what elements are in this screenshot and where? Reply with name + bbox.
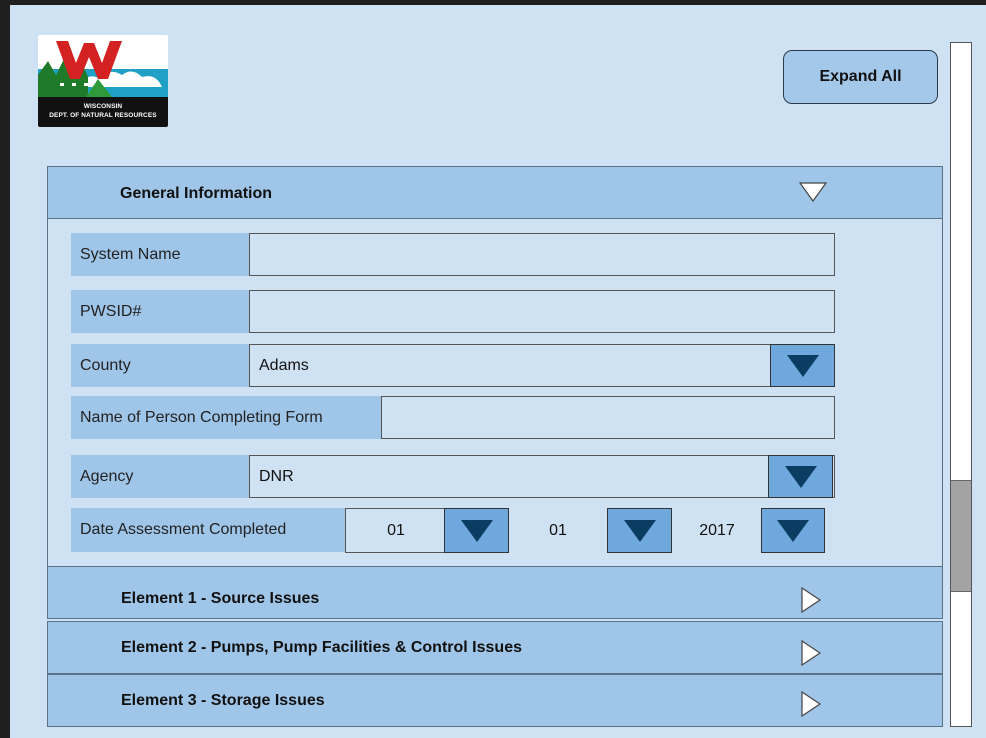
date-day-value[interactable]: 01 <box>509 508 607 553</box>
section-header-element-1[interactable]: Element 1 - Source Issues <box>47 566 943 619</box>
pwsid-field[interactable] <box>249 290 835 333</box>
triangle-right-icon[interactable] <box>800 586 822 614</box>
date-year-value[interactable]: 2017 <box>672 508 762 553</box>
section-title-element-3: Element 3 - Storage Issues <box>121 692 325 709</box>
agency-value: DNR <box>259 467 294 485</box>
section-title-element-1: Element 1 - Source Issues <box>121 590 320 607</box>
general-information-body: System Name PWSID# County Adams Name of … <box>47 218 943 567</box>
section-title-general-information: General Information <box>120 185 273 202</box>
triangle-right-icon[interactable] <box>800 639 822 667</box>
agency-select[interactable]: DNR <box>249 455 835 498</box>
date-month-dropdown-button[interactable] <box>444 508 509 553</box>
dropdown-arrow-icon <box>784 465 817 488</box>
county-dropdown-button[interactable] <box>770 344 835 387</box>
date-completed-label: Date Assessment Completed <box>71 508 346 552</box>
dropdown-arrow-icon <box>786 354 819 377</box>
date-month-select[interactable]: 01 <box>345 508 445 553</box>
vertical-scrollbar[interactable] <box>950 42 972 727</box>
dropdown-arrow-icon <box>623 519 656 542</box>
date-day-dropdown-button[interactable] <box>607 508 672 553</box>
system-name-field[interactable] <box>249 233 835 276</box>
expand-all-button[interactable]: Expand All <box>783 50 938 104</box>
person-completing-label: Name of Person Completing Form <box>71 396 381 439</box>
agency-dropdown-button[interactable] <box>768 455 833 498</box>
app-window: WISCONSIN DEPT. OF NATURAL RESOURCES Exp… <box>10 5 986 738</box>
dropdown-arrow-icon <box>460 519 493 542</box>
section-header-element-2[interactable]: Element 2 - Pumps, Pump Facilities & Con… <box>47 621 943 674</box>
county-label: County <box>71 344 249 387</box>
person-completing-field[interactable] <box>381 396 835 439</box>
section-header-element-3[interactable]: Element 3 - Storage Issues <box>47 674 943 727</box>
triangle-down-icon[interactable] <box>798 181 828 203</box>
county-select[interactable]: Adams <box>249 344 835 387</box>
scrollbar-thumb[interactable] <box>951 480 971 592</box>
system-name-label: System Name <box>71 233 249 276</box>
date-year-dropdown-button[interactable] <box>761 508 825 553</box>
triangle-right-icon[interactable] <box>800 690 822 718</box>
wdnr-logo: WISCONSIN DEPT. OF NATURAL RESOURCES <box>38 35 168 127</box>
agency-label: Agency <box>71 455 249 498</box>
dropdown-arrow-icon <box>777 519 809 542</box>
logo-text-line1: WISCONSIN <box>83 103 123 110</box>
logo-text-line2: DEPT. OF NATURAL RESOURCES <box>49 112 157 119</box>
section-header-general-information[interactable]: General Information <box>47 166 943 219</box>
county-value: Adams <box>259 356 309 374</box>
date-month-value: 01 <box>387 521 405 539</box>
section-title-element-2: Element 2 - Pumps, Pump Facilities & Con… <box>121 639 522 656</box>
pwsid-label: PWSID# <box>71 290 249 333</box>
